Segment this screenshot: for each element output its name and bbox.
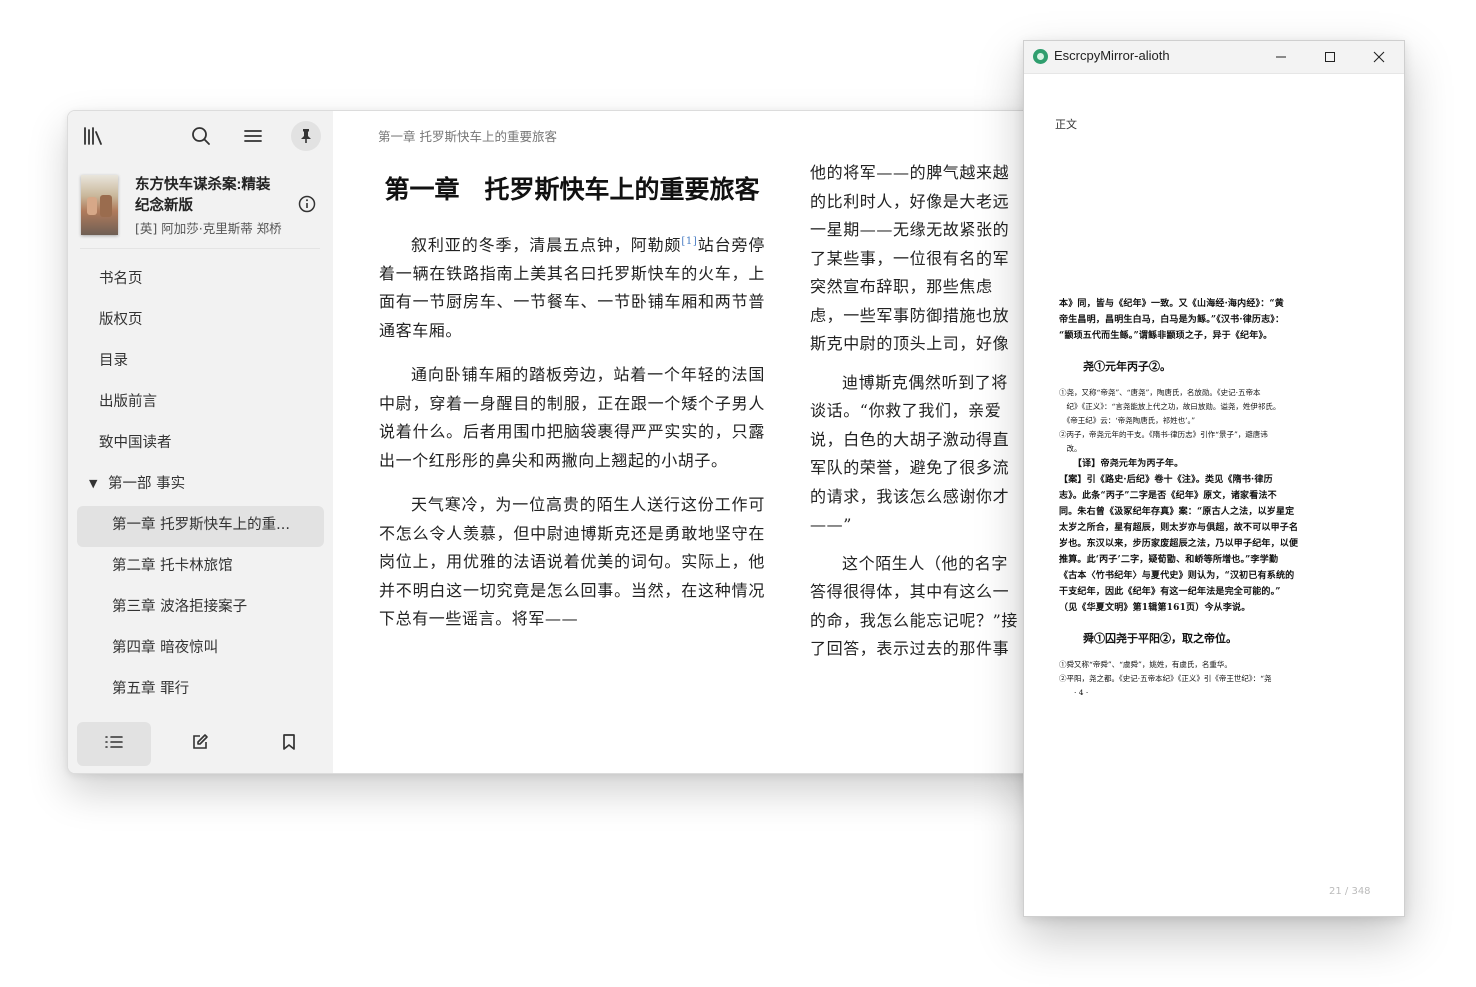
scan-footnote: ①尧，又称“帝尧”、“唐尧”，陶唐氏，名放勋。《史记·五帝本 — [1059, 388, 1261, 397]
toc-item-label: 第一部 事实 — [108, 476, 186, 492]
toc-item-label: 目录 — [99, 353, 128, 369]
toc-item-label: 第三章 波洛拒接案子 — [112, 599, 248, 615]
toc-item-label: 致中国读者 — [99, 435, 172, 451]
toc-tab-button[interactable] — [77, 722, 151, 766]
scan-line: 岁也。东汉以来，步历家废超辰之法，乃以甲子纪年，以便 — [1059, 539, 1299, 549]
toc-item[interactable]: 第五章 罪行 — [68, 670, 333, 711]
scan-line: 同。朱右曾《汲冢纪年存真》案：“原古人之法，以岁星定 — [1059, 507, 1295, 517]
toc-item[interactable]: 目录 — [68, 342, 333, 383]
pin-icon[interactable] — [291, 121, 321, 151]
scan-footnote: · 4 · — [1059, 688, 1089, 697]
chapter-title: 第一章 托罗斯快车上的重要旅客 — [384, 175, 760, 204]
maximize-button[interactable] — [1307, 41, 1353, 73]
toc-item[interactable]: 版权页 — [68, 301, 333, 342]
sidebar-divider — [80, 248, 320, 249]
page-section-label: 正文 — [1055, 118, 1077, 131]
menu-icon[interactable] — [238, 121, 268, 151]
scan-gap — [1059, 616, 1345, 630]
scan-line: 【案】引《路史·后纪》卷十《注》。类见《隋书·律历 — [1059, 475, 1273, 485]
toc-item[interactable]: 致中国读者 — [68, 424, 333, 465]
toc-item[interactable]: 第三章 波洛拒接案子 — [68, 588, 333, 629]
toc-item[interactable]: 出版前言 — [68, 383, 333, 424]
scan-gap — [1059, 648, 1345, 658]
edit-icon — [191, 733, 209, 755]
bookmark-icon — [282, 733, 296, 755]
scan-footnote: 《帝王纪》云：‘帝尧陶唐氏，祁姓也’。” — [1059, 416, 1196, 425]
app-icon — [1033, 49, 1048, 64]
scan-line: 《古本〈竹书纪年〉与夏代史》则认为，“汉初已有系统的 — [1059, 571, 1295, 581]
scan-line: 帝生昌明，昌明生白马，白马是为鲧。”《汉书·律历志》： — [1059, 315, 1285, 325]
scan-footnote: ②平阳，尧之都。《史记·五帝本纪》《正义》引《帝王世纪》：“尧 — [1059, 674, 1272, 683]
scan-line: 推算。此‘丙子’二字，疑荀勖、和峤等所增也。”李学勤 — [1059, 555, 1279, 565]
toc-item-label: 第二章 托卡林旅馆 — [112, 558, 233, 574]
scan-heading: 尧①元年丙子②。 — [1083, 360, 1171, 373]
paragraph: 天气寒冷，为一位高贵的陌生人送行这份工作可不怎么令人羡慕，但中尉迪博斯克还是勇敢… — [379, 495, 765, 629]
text-column-1: 第一章 托罗斯快车上的重要旅客 叙利亚的冬季，清晨五点钟，阿勒颇[1]站台旁停着… — [379, 173, 765, 650]
paragraph: 叙利亚的冬季，清晨五点钟，阿勒颇[1]站台旁停着一辆在铁路指南上美其名曰托罗斯快… — [379, 228, 765, 345]
book-author: [英] 阿加莎·克里斯蒂 郑桥 — [135, 221, 282, 236]
toc-item-label: 书名页 — [99, 271, 143, 287]
toc-item-label: 版权页 — [99, 312, 143, 328]
minimize-icon — [1275, 48, 1287, 67]
toc-item[interactable]: 第二章 托卡林旅馆 — [68, 547, 333, 588]
scan-footnote: ①舜又称“帝舜”、“虞舜”，姚姓，有虞氏，名重华。 — [1059, 660, 1232, 669]
running-head: 第一章 托罗斯快车上的重要旅客 — [378, 129, 557, 144]
scan-line: 本》同，皆与《纪年》一致。又《山海经·海内经》：“黄 — [1059, 299, 1285, 309]
toc-item-label: 第五章 罪行 — [112, 681, 190, 697]
notes-tab-button[interactable] — [163, 722, 237, 766]
footnote-link[interactable]: [1] — [681, 236, 697, 247]
library-icon[interactable] — [78, 121, 108, 151]
scan-line: 【译】帝尧元年为丙子年。 — [1059, 459, 1184, 469]
scan-line: 志》。此条“丙子”二字是否《纪年》原文，诸家看法不 — [1059, 491, 1277, 501]
toc-item-label: 第一章 托罗斯快车上的重... — [112, 517, 290, 533]
bookmarks-tab-button[interactable] — [252, 722, 326, 766]
maximize-icon — [1324, 48, 1336, 67]
scan-line: 干支纪年，因此《纪年》有这一纪年法是完全可能的。” — [1059, 587, 1281, 597]
book-cover — [81, 175, 118, 235]
close-icon — [1373, 48, 1385, 67]
toc-item[interactable]: 书名页 — [68, 260, 333, 301]
scan-footnote: 改。 — [1059, 444, 1082, 453]
page-number: 21 / 348 — [1329, 886, 1371, 897]
paragraph: 通向卧铺车厢的踏板旁边，站着一个年轻的法国中尉，穿着一身醒目的制服，正在跟一个矮… — [379, 365, 765, 470]
scanned-page-text: 本》同，皆与《纪年》一致。又《山海经·海内经》：“黄 帝生昌明，昌明生白马，白马是… — [1059, 296, 1345, 700]
table-of-contents: 书名页 版权页 目录 出版前言 致中国读者 ▼ 第一部 事实 第一章 托罗斯快车上… — [68, 260, 333, 711]
scan-line: 太岁之所合，星有超辰，则太岁亦与俱超，故不可以甲子名 — [1059, 523, 1299, 533]
window-title: EscrcpyMirror-alioth — [1054, 48, 1170, 63]
scan-gap — [1059, 344, 1345, 358]
reader-window: 东方快车谋杀案:精装纪念新版 [英] 阿加莎·克里斯蒂 郑桥 书名页 版权页 目… — [67, 110, 1069, 774]
book-info[interactable]: 东方快车谋杀案:精装纪念新版 [英] 阿加莎·克里斯蒂 郑桥 — [68, 167, 333, 247]
sidebar-toolbar — [68, 111, 333, 161]
scan-footnote: ②丙子，帝尧元年的干支。《隋书·律历志》引作“景子”，避唐讳 — [1059, 430, 1268, 439]
info-icon[interactable] — [298, 195, 316, 213]
minimize-button[interactable] — [1258, 41, 1304, 73]
scrcpy-mirror-window: EscrcpyMirror-alioth 正文 本》同，皆与《纪年》一致。又《山… — [1023, 40, 1405, 917]
window-titlebar[interactable]: EscrcpyMirror-alioth — [1024, 41, 1404, 74]
list-icon — [104, 734, 124, 754]
mirrored-screen[interactable]: 正文 本》同，皆与《纪年》一致。又《山海经·海内经》：“黄 帝生昌明，昌明生白马，… — [1024, 74, 1404, 916]
close-button[interactable] — [1356, 41, 1402, 73]
scan-line: “颛顼五代而生鲧。”谓鲧非颛顼之子，异于《纪年》。 — [1059, 331, 1273, 341]
toc-item-label: 第四章 暗夜惊叫 — [112, 640, 219, 656]
toc-item[interactable]: 第四章 暗夜惊叫 — [68, 629, 333, 670]
sidebar-bottom-tabs — [68, 711, 333, 773]
scan-gap — [1059, 376, 1345, 386]
reading-pane[interactable]: 第一章 托罗斯快车上的重要旅客 第一章 托罗斯快车上的重要旅客 叙利亚的冬季，清… — [333, 111, 1068, 773]
toc-item-label: 出版前言 — [99, 394, 157, 410]
scan-line: （见《华夏文明》第1辑第161页）今从李说。 — [1059, 603, 1251, 613]
toc-item-current-chapter[interactable]: 第一章 托罗斯快车上的重... — [77, 506, 324, 547]
paragraph-text: 叙利亚的冬季，清晨五点钟，阿勒颇 — [411, 235, 682, 255]
scan-footnote: 纪》《正义》：“言尧能放上代之功，故曰放勋。谥尧，姓伊祁氏。 — [1059, 402, 1281, 411]
search-icon[interactable] — [186, 121, 216, 151]
sidebar: 东方快车谋杀案:精装纪念新版 [英] 阿加莎·克里斯蒂 郑桥 书名页 版权页 目… — [68, 111, 333, 773]
expand-arrow-icon[interactable]: ▼ — [89, 465, 97, 503]
scan-heading: 舜①囚尧于平阳②，取之帝位。 — [1083, 632, 1237, 645]
toc-item-part[interactable]: ▼ 第一部 事实 — [68, 465, 333, 506]
book-title: 东方快车谋杀案:精装纪念新版 — [135, 177, 271, 214]
